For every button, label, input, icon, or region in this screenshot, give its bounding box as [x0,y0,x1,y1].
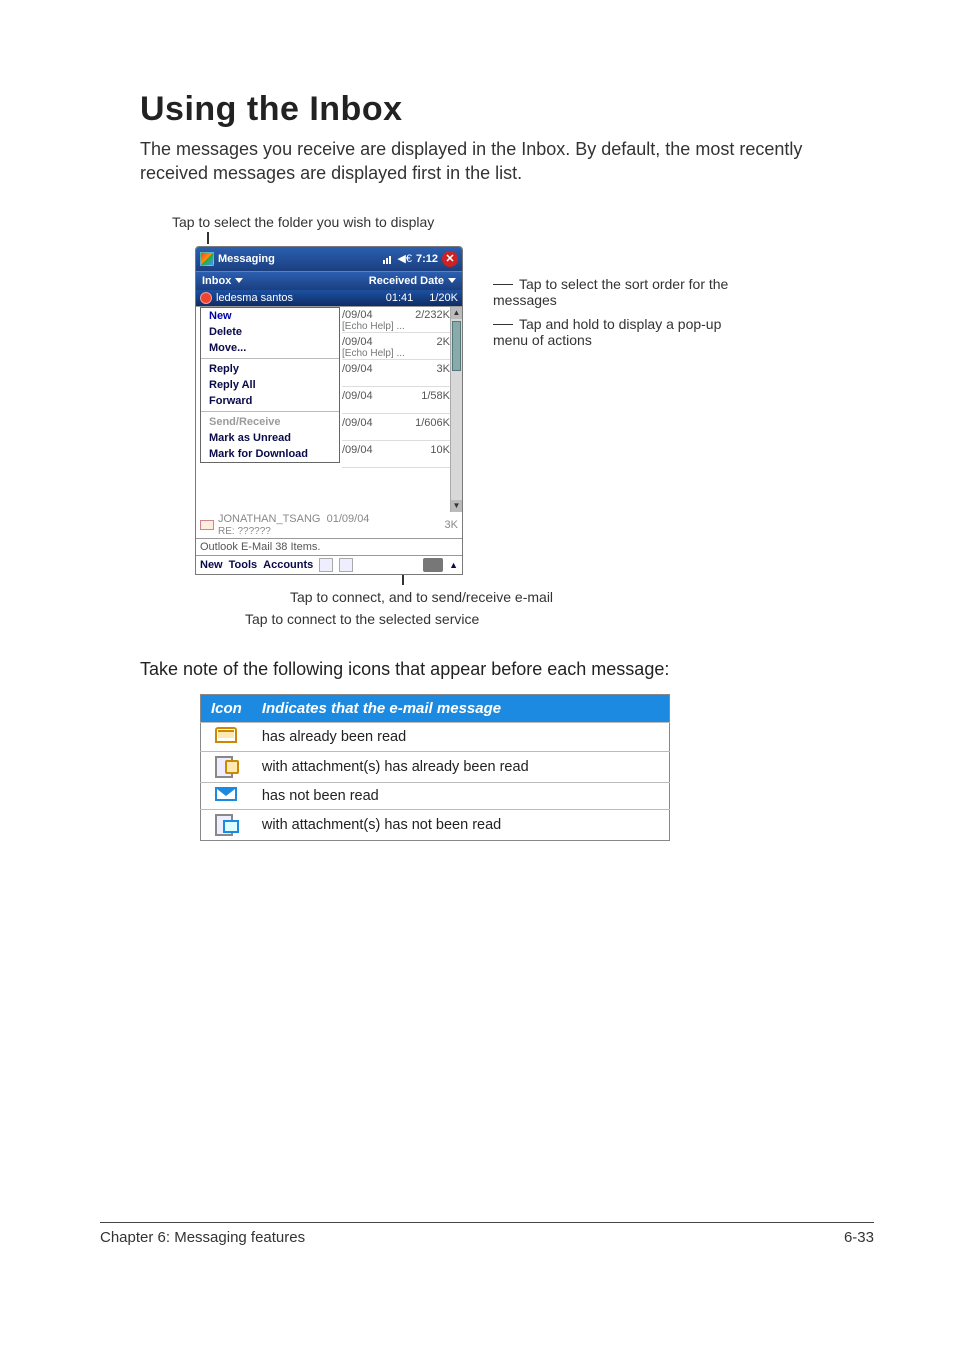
caption-folder-select: Tap to select the folder you wish to dis… [172,214,874,230]
sender-name: ledesma santos [216,292,382,304]
icon-description: has already been read [252,722,670,751]
message-rows: /09/042/232K[Echo Help] ... /09/042K[Echo… [342,307,450,469]
clock-time: 7:12 [416,253,438,265]
scrollbar[interactable]: ▲ ▼ [450,307,462,512]
mail-read-icon [200,520,214,530]
context-menu-item[interactable]: Mark as Unread [201,430,339,446]
message-row-partial[interactable]: /09/041/606K [342,415,450,439]
message-row[interactable]: JONATHAN_TSANG 01/09/04 RE: ?????? 3K [196,512,462,538]
context-menu-item[interactable]: New [201,308,339,324]
new-menu[interactable]: New [200,559,223,571]
folder-dropdown[interactable]: Inbox [202,275,243,287]
connect-icon[interactable] [319,558,333,572]
folder-label: Inbox [202,275,231,287]
intro-text: The messages you receive are displayed i… [140,137,874,186]
annot-send: Tap to connect, and to send/receive e-ma… [290,589,874,605]
message-row-partial[interactable]: /09/0410K [342,442,450,466]
table-row: with attachment(s) has not been read [201,809,670,840]
icon-description: has not been read [252,782,670,809]
table-row: has not been read [201,782,670,809]
message-row-partial[interactable]: /09/042/232K[Echo Help] ... [342,307,450,331]
sort-label: Received Date [369,275,444,287]
context-menu-item[interactable]: Mark for Download [201,446,339,462]
table-row: with attachment(s) has already been read [201,751,670,782]
pointer-line [207,232,209,244]
annot-connect: Tap to connect to the selected service [245,611,874,627]
message-row-partial[interactable]: /09/041/58K [342,388,450,412]
received-date: 01/09/04 [327,513,370,525]
read-attach-icon [215,756,237,774]
context-menu-item[interactable]: Delete [201,324,339,340]
message-row-partial[interactable]: /09/043K [342,361,450,385]
device-screenshot: Messaging ◀€ 7:12 ✕ Inbox Received Date … [195,246,463,575]
context-menu-item[interactable]: Send/Receive [201,414,339,430]
table-row: has already been read [201,722,670,751]
unread-attach-icon [215,814,237,832]
sender-name: JONATHAN_TSANG [218,513,320,525]
received-time: 01:41 [386,292,414,304]
tools-menu[interactable]: Tools [229,559,258,571]
accounts-menu[interactable]: Accounts [263,559,313,571]
page-heading: Using the Inbox [140,90,874,129]
table-header-desc: Indicates that the e-mail message [252,694,670,722]
footer-chapter: Chapter 6: Messaging features [100,1229,305,1246]
page-footer: Chapter 6: Messaging features 6-33 [100,1222,874,1246]
annot-hold: Tap and hold to display a pop-up menu of… [493,316,721,348]
unread-icon [215,787,237,801]
right-annotations: Tap to select the sort order for the mes… [493,276,743,356]
context-menu-item[interactable]: Reply All [201,377,339,393]
status-line: Outlook E-Mail 38 Items. [196,538,462,556]
message-row-partial[interactable]: /09/042K[Echo Help] ... [342,334,450,358]
sendreceive-icon[interactable] [339,558,353,572]
footer-page-number: 6-33 [844,1229,874,1246]
keyboard-icon[interactable] [423,558,443,572]
context-menu-item[interactable]: Move... [201,340,339,356]
app-title: Messaging [218,253,379,265]
context-menu-item[interactable]: Forward [201,393,339,409]
message-list: NewDeleteMove... ReplyReply AllForward Sen… [196,306,462,512]
icon-legend-table: Icon Indicates that the e-mail message h… [200,694,670,841]
chevron-down-icon [448,278,456,283]
priority-icon [200,292,212,304]
pointer-line [402,575,404,585]
sip-arrow-icon[interactable]: ▲ [449,560,458,570]
folder-sort-bar: Inbox Received Date [196,271,462,290]
close-icon[interactable]: ✕ [442,251,458,267]
selected-message-row[interactable]: ledesma santos 01:41 1/20K [196,290,462,306]
note-text: Take note of the following icons that ap… [140,659,874,680]
context-menu-item[interactable]: Reply [201,361,339,377]
icon-description: with attachment(s) has not been read [252,809,670,840]
window-titlebar: Messaging ◀€ 7:12 ✕ [196,247,462,271]
sort-dropdown[interactable]: Received Date [369,275,456,287]
message-size: 1/20K [429,292,458,304]
annot-sort: Tap to select the sort order for the mes… [493,276,728,308]
start-flag-icon[interactable] [200,252,214,266]
read-icon [215,727,237,743]
signal-icon [383,254,393,264]
chevron-down-icon [235,278,243,283]
icon-description: with attachment(s) has already been read [252,751,670,782]
bottom-toolbar: New Tools Accounts ▲ [196,556,462,574]
context-menu: NewDeleteMove... ReplyReply AllForward Sen… [200,307,340,463]
scroll-thumb[interactable] [452,321,461,371]
speaker-icon: ◀€ [397,252,412,265]
table-header-icon: Icon [201,694,252,722]
scroll-up-icon[interactable]: ▲ [451,307,462,319]
subject-text: RE: ?????? [218,526,271,537]
scroll-down-icon[interactable]: ▼ [451,500,462,512]
message-size: 3K [445,519,458,531]
